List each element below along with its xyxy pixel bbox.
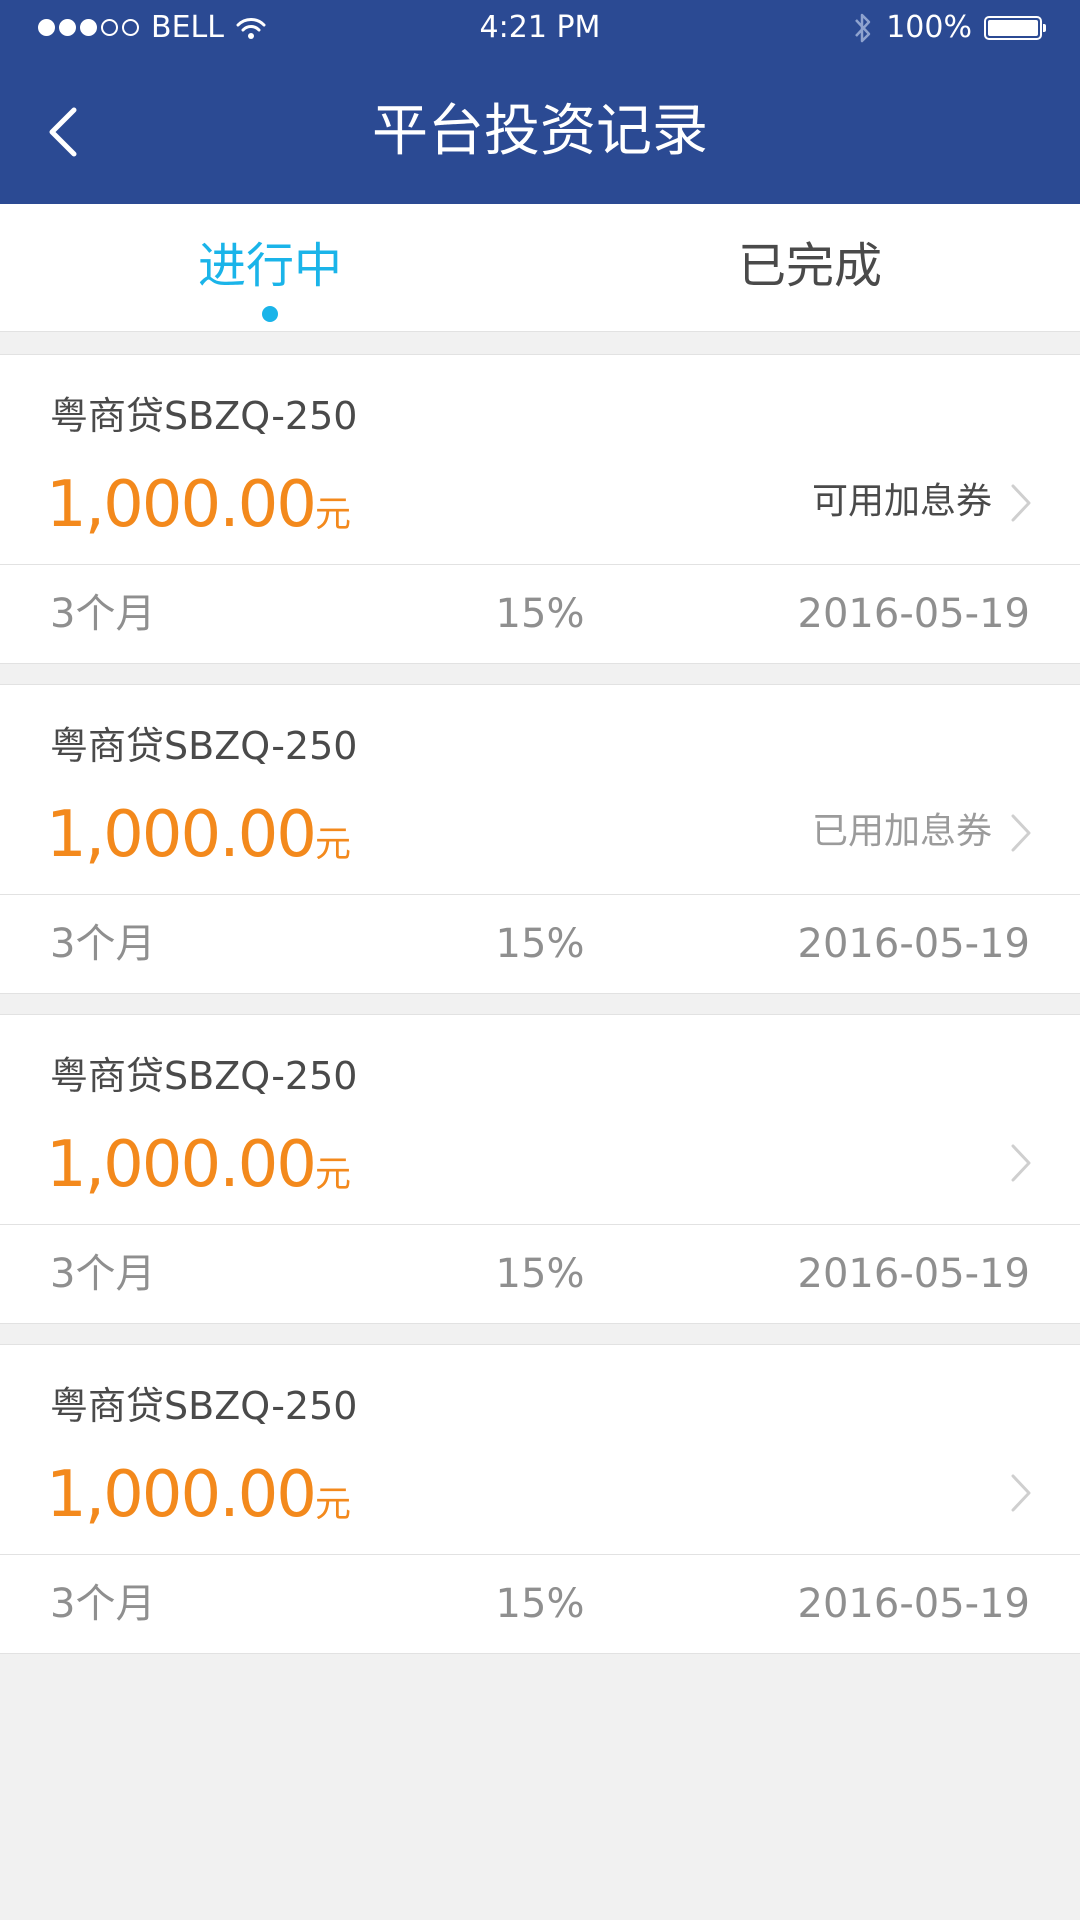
product-name: 粤商贷SBZQ-250 xyxy=(50,1384,358,1428)
product-name: 粤商贷SBZQ-250 xyxy=(50,394,358,438)
tab-in-progress-label: 进行中 xyxy=(197,238,342,294)
record-details: 3个月 15% 2016-05-19 xyxy=(0,895,1080,993)
record-summary: 粤商贷SBZQ-250 1,000.00元 已用加息券 xyxy=(0,685,1080,895)
record-summary: 粤商贷SBZQ-250 1,000.00元 xyxy=(0,1015,1080,1225)
investment-record-card[interactable]: 粤商贷SBZQ-250 1,000.00元 已用加息券 3个月 15% 2016… xyxy=(0,684,1080,994)
product-name: 粤商贷SBZQ-250 xyxy=(50,724,358,768)
record-details: 3个月 15% 2016-05-19 xyxy=(0,565,1080,663)
amount-unit: 元 xyxy=(315,1154,352,1195)
investment-amount: 1,000.00元 xyxy=(46,467,351,543)
chevron-right-icon xyxy=(1011,814,1031,852)
coupon-status-link[interactable]: 已用加息券 xyxy=(812,807,992,857)
amount-unit: 元 xyxy=(315,1484,352,1525)
battery-percent: 100% xyxy=(886,10,972,45)
amount-value: 1,000.00 xyxy=(46,1128,317,1202)
status-bar: BELL 4:21 PM 100% xyxy=(0,0,1080,56)
tab-completed[interactable]: 已完成 xyxy=(540,204,1080,332)
investment-date: 2016-05-19 xyxy=(797,921,1030,967)
investment-record-card[interactable]: 粤商贷SBZQ-250 1,000.00元 可用加息券 3个月 15% 2016… xyxy=(0,354,1080,664)
investment-amount: 1,000.00元 xyxy=(46,1457,351,1533)
tab-bar: 进行中 已完成 xyxy=(0,204,1080,332)
record-summary: 粤商贷SBZQ-250 1,000.00元 xyxy=(0,1345,1080,1555)
app-header: BELL 4:21 PM 100% 平台投资记录 xyxy=(0,0,1080,204)
chevron-right-icon xyxy=(1011,1144,1031,1182)
battery-icon xyxy=(984,15,1046,40)
record-details: 3个月 15% 2016-05-19 xyxy=(0,1225,1080,1323)
bluetooth-icon xyxy=(855,13,871,42)
amount-value: 1,000.00 xyxy=(46,468,317,542)
record-details: 3个月 15% 2016-05-19 xyxy=(0,1555,1080,1653)
amount-unit: 元 xyxy=(315,494,352,535)
tab-in-progress[interactable]: 进行中 xyxy=(0,204,540,332)
record-summary: 粤商贷SBZQ-250 1,000.00元 可用加息券 xyxy=(0,355,1080,565)
investment-record-card[interactable]: 粤商贷SBZQ-250 1,000.00元 3个月 15% 2016-05-19 xyxy=(0,1014,1080,1324)
investment-amount: 1,000.00元 xyxy=(46,1127,351,1203)
status-right: 100% xyxy=(852,10,1046,45)
amount-value: 1,000.00 xyxy=(46,798,317,872)
amount-value: 1,000.00 xyxy=(46,1458,317,1532)
page-title: 平台投资记录 xyxy=(372,99,708,164)
investment-date: 2016-05-19 xyxy=(797,591,1030,637)
investment-record-card[interactable]: 粤商贷SBZQ-250 1,000.00元 3个月 15% 2016-05-19 xyxy=(0,1344,1080,1654)
chevron-right-icon xyxy=(1011,1474,1031,1512)
investment-date: 2016-05-19 xyxy=(797,1581,1030,1627)
tab-completed-label: 已完成 xyxy=(737,238,882,294)
investment-record-list: 粤商贷SBZQ-250 1,000.00元 可用加息券 3个月 15% 2016… xyxy=(0,354,1080,1674)
amount-unit: 元 xyxy=(315,824,352,865)
active-tab-indicator xyxy=(262,306,278,322)
investment-date: 2016-05-19 xyxy=(797,1251,1030,1297)
nav-bar: 平台投资记录 xyxy=(0,56,1080,204)
chevron-right-icon xyxy=(1011,484,1031,522)
product-name: 粤商贷SBZQ-250 xyxy=(50,1054,358,1098)
investment-amount: 1,000.00元 xyxy=(46,797,351,873)
coupon-status-link[interactable]: 可用加息券 xyxy=(812,477,992,527)
